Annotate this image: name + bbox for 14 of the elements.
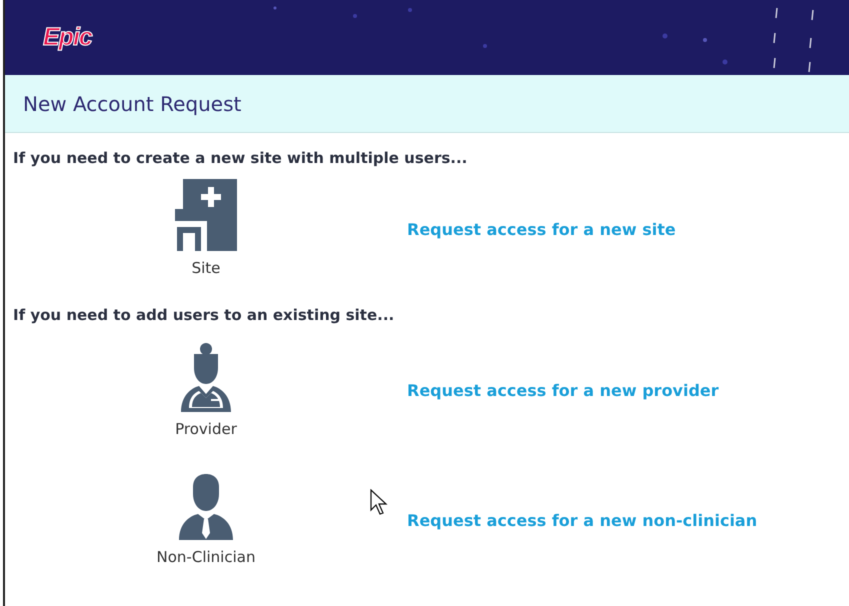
person-icon: [179, 474, 233, 540]
section-heading: If you need to add users to an existing site...: [12, 304, 396, 326]
building-icon: [175, 179, 237, 252]
logo: Epic: [43, 22, 92, 53]
option-label: Non-Clinician: [156, 546, 256, 568]
option-label: Provider: [175, 418, 237, 440]
doctor-icon: [179, 342, 233, 412]
request-link[interactable]: Request access for a new non-clinician: [407, 509, 758, 533]
page-title: New Account Request: [23, 90, 242, 118]
request-link[interactable]: Request access for a new site: [407, 218, 676, 242]
cursor-icon: [370, 489, 388, 517]
section-heading: If you need to create a new site with multiple users...: [12, 148, 468, 169]
request-link[interactable]: Request access for a new provider: [407, 379, 719, 403]
option-label: Site: [192, 258, 220, 280]
